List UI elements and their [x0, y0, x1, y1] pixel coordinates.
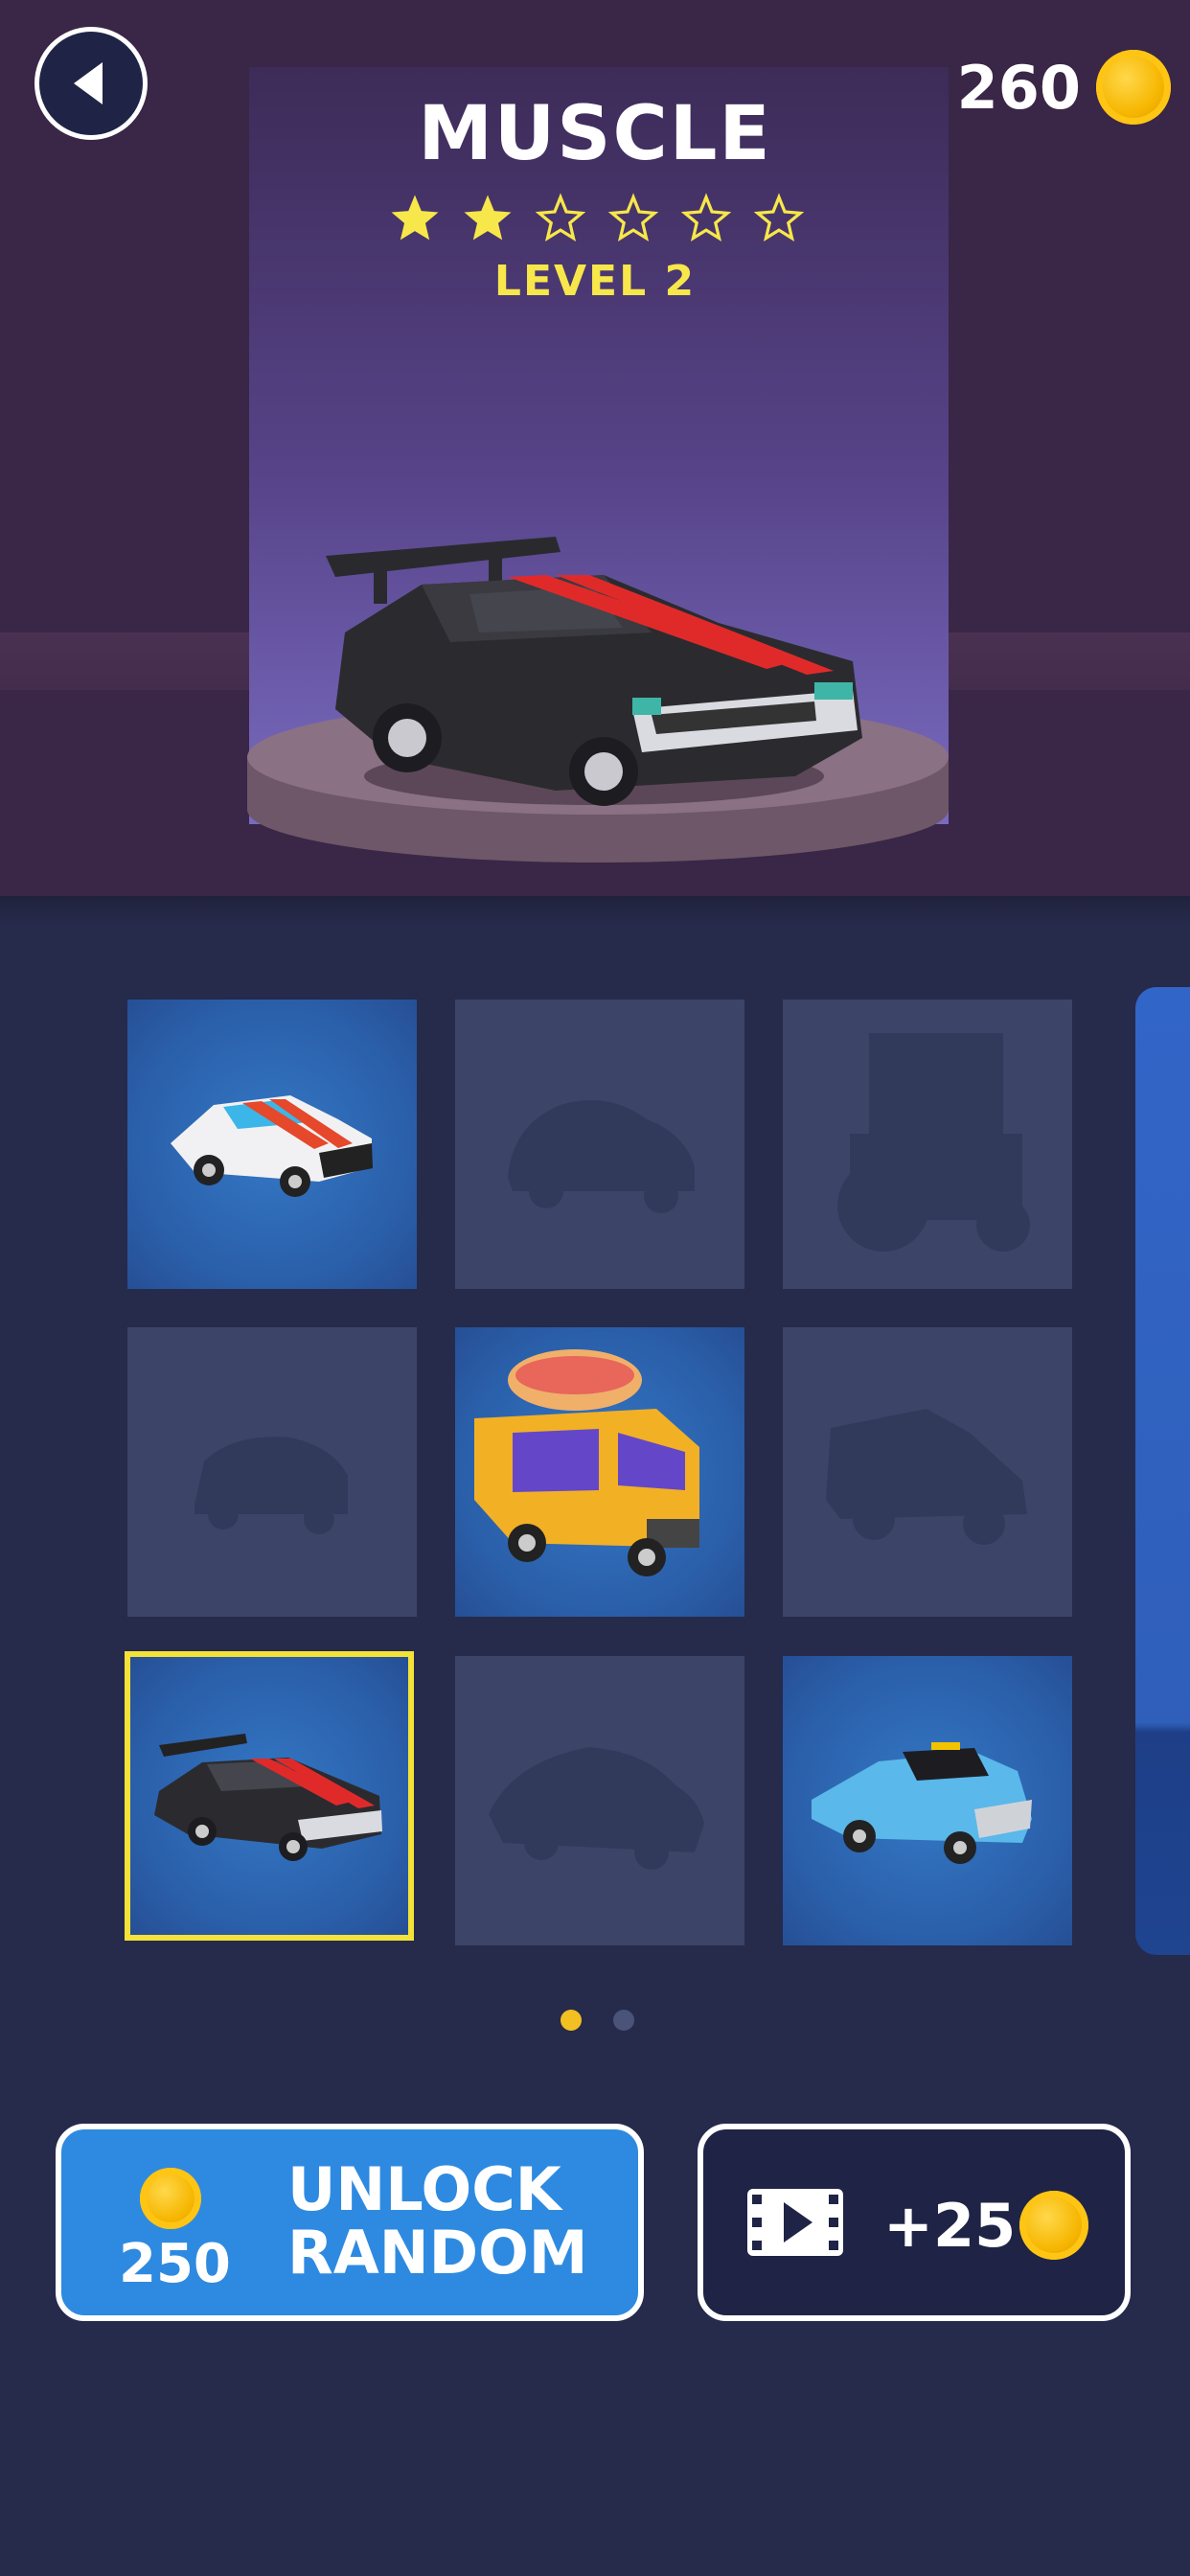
unlock-label-line2: RANDOM — [287, 2218, 588, 2288]
star-empty-icon — [535, 193, 586, 242]
pickup-truck-icon — [812, 1742, 1032, 1864]
star-empty-icon — [607, 193, 659, 242]
star-empty-icon — [753, 193, 805, 242]
car-title: MUSCLE — [418, 91, 772, 177]
coin-icon — [1019, 2191, 1088, 2260]
unlock-random-button[interactable]: 250 UNLOCK RANDOM — [56, 2124, 644, 2321]
beetle-silhouette-icon — [508, 1100, 695, 1213]
tractor-silhouette-icon — [837, 1033, 1030, 1252]
small-car-silhouette-icon — [195, 1437, 348, 1534]
next-page-panel[interactable] — [1135, 987, 1190, 1955]
video-icon — [747, 2189, 843, 2256]
food-truck-icon — [474, 1349, 699, 1576]
vehicle-tile-sports-car[interactable] — [127, 1000, 417, 1289]
vehicle-tile-locked[interactable] — [455, 1656, 744, 1945]
star-rating — [388, 192, 806, 245]
unlock-label-line1: UNLOCK — [287, 2154, 561, 2224]
muscle-car-preview — [326, 537, 862, 806]
star-filled-icon — [464, 195, 512, 241]
supercar-silhouette-icon — [489, 1747, 704, 1870]
star-filled-icon — [391, 195, 439, 241]
unlock-random-label: UNLOCK RANDOM — [287, 2158, 587, 2285]
coin-icon — [140, 2168, 201, 2229]
page-dot[interactable] — [613, 2010, 634, 2031]
video-reward-amount: +25 — [883, 2191, 1017, 2261]
muscle-car-icon — [154, 1734, 382, 1861]
vehicle-tile-food-truck[interactable] — [455, 1327, 744, 1617]
vehicle-tile-muscle-car-selected[interactable] — [125, 1651, 414, 1941]
vehicle-tile-locked[interactable] — [783, 1000, 1072, 1289]
section-divider — [0, 896, 1190, 925]
page-dot-active[interactable] — [561, 2010, 582, 2031]
watch-video-button[interactable]: +25 — [698, 2124, 1131, 2321]
vehicle-tile-locked[interactable] — [127, 1327, 417, 1617]
sports-car-icon — [171, 1095, 373, 1197]
vehicle-tile-locked[interactable] — [455, 1000, 744, 1289]
star-empty-icon — [680, 193, 732, 242]
car-level: LEVEL 2 — [493, 257, 697, 306]
unlock-price: 250 — [119, 2233, 231, 2295]
vehicle-tile-locked[interactable] — [783, 1327, 1072, 1617]
vehicle-tile-pickup-truck[interactable] — [783, 1656, 1072, 1945]
jeep-silhouette-icon — [826, 1409, 1027, 1545]
